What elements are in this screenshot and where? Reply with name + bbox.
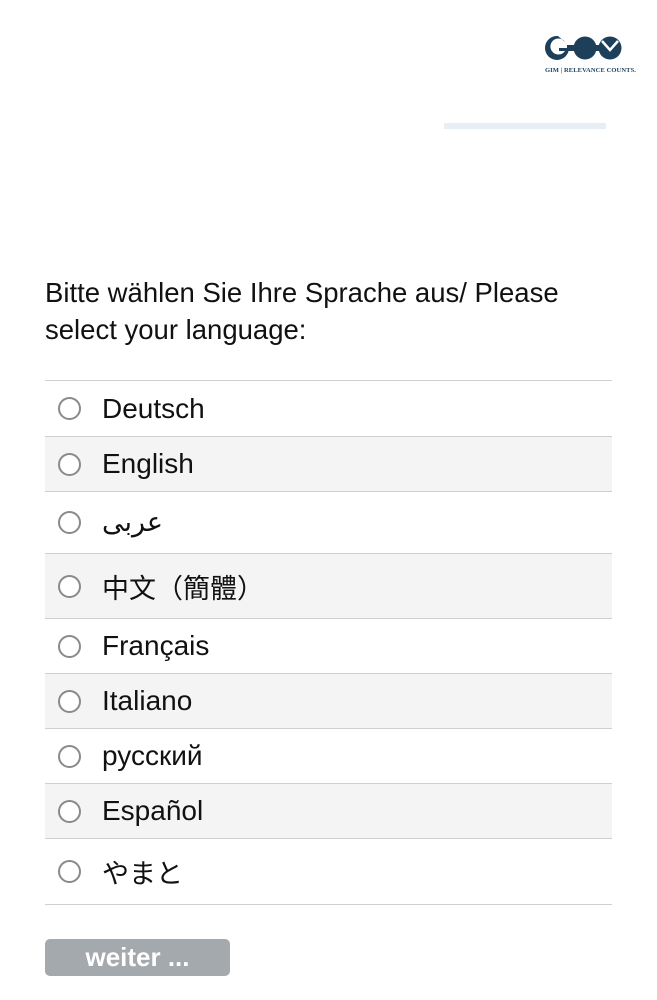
- radio-button[interactable]: [58, 574, 81, 598]
- option-label: English: [102, 448, 194, 479]
- radio-button[interactable]: [58, 397, 81, 420]
- option-label: Deutsch: [102, 392, 205, 424]
- option-label: Français: [102, 630, 210, 661]
- option-francais[interactable]: Français: [45, 619, 612, 674]
- option-arabic[interactable]: عربى: [45, 492, 612, 554]
- logo-tagline: GIM | RELEVANCE COUNTS.: [545, 67, 637, 74]
- option-label: عربى: [102, 507, 164, 538]
- radio-button[interactable]: [58, 744, 81, 768]
- option-russian[interactable]: русский: [45, 729, 612, 784]
- radio-button[interactable]: [58, 860, 81, 883]
- progress-bar: [444, 123, 606, 129]
- language-options: Deutsch English عربى 中文（簡體） Français Ita…: [45, 380, 612, 905]
- option-espanol[interactable]: Español: [45, 784, 612, 839]
- question-text: Bitte wählen Sie Ihre Sprache aus/ Pleas…: [45, 277, 559, 345]
- gim-logo-mark-icon: [545, 35, 622, 60]
- option-deutsch[interactable]: Deutsch: [45, 381, 612, 437]
- option-english[interactable]: English: [45, 437, 612, 492]
- next-button[interactable]: weiter ...: [45, 939, 230, 976]
- option-label: Italiano: [102, 685, 193, 716]
- radio-button[interactable]: [58, 799, 81, 823]
- radio-button[interactable]: [58, 511, 81, 534]
- option-chinese[interactable]: 中文（簡體）: [45, 554, 612, 619]
- option-japanese[interactable]: やまと: [45, 839, 612, 905]
- option-label: Español: [102, 795, 204, 826]
- option-label: やまと: [102, 859, 183, 890]
- radio-button[interactable]: [58, 452, 81, 476]
- radio-button[interactable]: [58, 689, 81, 713]
- radio-button[interactable]: [58, 634, 81, 658]
- option-label: русский: [102, 740, 203, 771]
- option-label: 中文（簡體）: [102, 573, 264, 605]
- option-italiano[interactable]: Italiano: [45, 674, 612, 729]
- gim-logo: GIM | RELEVANCE COUNTS.: [545, 34, 653, 76]
